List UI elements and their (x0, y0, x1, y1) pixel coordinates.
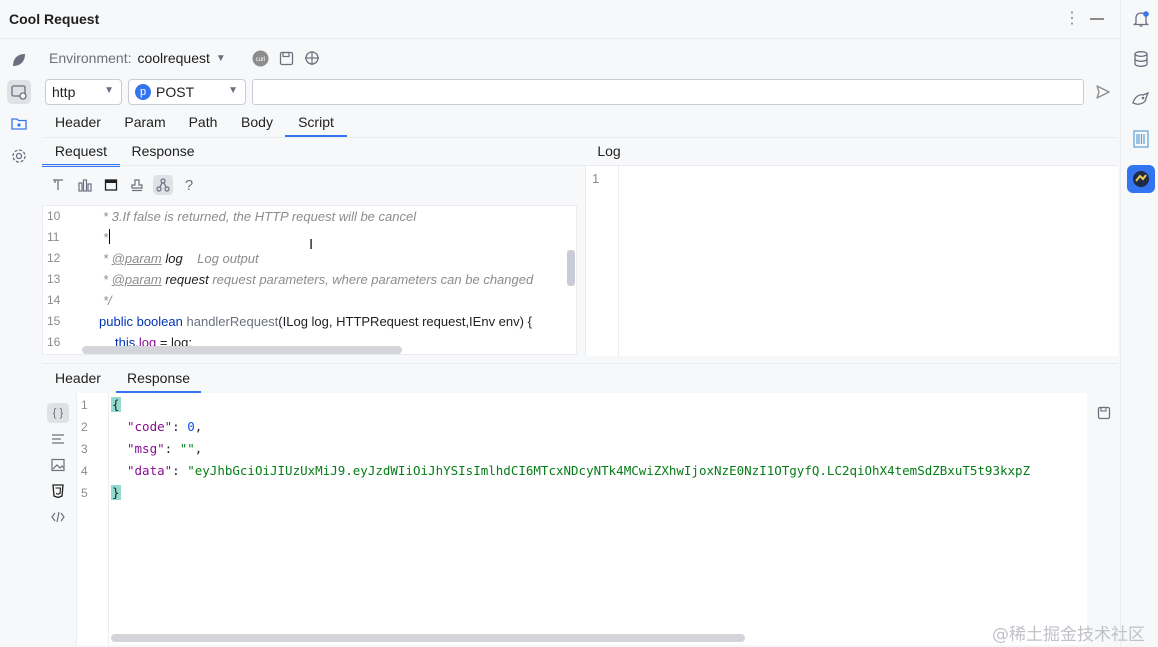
url-input[interactable] (252, 79, 1084, 105)
code-line: 14 */ (47, 293, 112, 308)
send-button[interactable] (1094, 83, 1112, 101)
curl-icon[interactable]: curl (251, 49, 269, 67)
environment-label: Environment: (49, 50, 132, 66)
json-line: 1 { (81, 397, 121, 412)
stamp-icon[interactable] (127, 175, 147, 195)
api-plugin-icon[interactable] (1127, 85, 1155, 113)
json-line: 2 "code": 0, (81, 419, 203, 434)
protocol-value: http (52, 84, 76, 100)
help-icon[interactable]: ? (179, 175, 199, 195)
tab-header[interactable]: Header (48, 112, 108, 138)
log-gutter-divider (618, 166, 619, 356)
tab-param[interactable]: Param (116, 112, 174, 138)
text-cursor-icon: I (309, 236, 314, 253)
code-line: 15 public boolean handlerRequest(ILog lo… (47, 314, 532, 329)
method-badge: p (135, 84, 151, 100)
text-caret (109, 229, 111, 244)
barcode-icon[interactable] (1127, 125, 1155, 153)
editor-vertical-scrollbar[interactable] (567, 250, 575, 286)
format-icon[interactable] (48, 175, 68, 195)
code-line: 13 * @param request request parameters, … (47, 272, 534, 287)
notifications-bell-icon[interactable] (1127, 5, 1155, 33)
editor-horizontal-scrollbar[interactable] (82, 346, 402, 354)
minimize-icon[interactable] (1090, 18, 1104, 20)
method-select[interactable]: p POST ▼ (128, 79, 246, 105)
code-line: 10 * 3.If false is returned, the HTTP re… (47, 209, 417, 224)
folder-icon[interactable] (7, 112, 31, 136)
tab-script-request[interactable]: Request (42, 141, 120, 167)
cool-request-window: Cool Request ⋮ Environment: coolrequest … (0, 0, 1158, 647)
json-line: 5 } (81, 485, 121, 500)
svg-text:curl: curl (255, 57, 265, 63)
chevron-down-icon: ▼ (228, 85, 238, 96)
more-options-icon[interactable]: ⋮ (1064, 10, 1080, 28)
script-editor[interactable]: 10 * 3.If false is returned, the HTTP re… (42, 205, 577, 355)
response-body-editor[interactable]: 1 { 2 "code": 0, 3 "msg": "", 4 "data": … (76, 393, 1087, 645)
response-horizontal-scrollbar[interactable] (111, 634, 745, 642)
text-view-icon[interactable] (47, 429, 69, 449)
environment-selector[interactable]: Environment: coolrequest ▼ (49, 48, 226, 68)
chevron-down-icon: ▼ (215, 52, 226, 64)
save-icon[interactable] (277, 49, 295, 67)
log-line-number: 1 (592, 171, 600, 186)
response-divider (42, 363, 1118, 364)
tab-body[interactable]: Body (232, 112, 282, 138)
window-icon[interactable] (101, 175, 121, 195)
tabs-divider (42, 137, 1118, 138)
graph-nodes-icon[interactable] (153, 175, 173, 195)
cool-request-plugin-icon[interactable] (1127, 165, 1155, 193)
method-value: POST (156, 84, 195, 100)
protocol-select[interactable]: http ▼ (45, 79, 122, 105)
right-tool-strip (1120, 0, 1158, 647)
json-view-icon[interactable]: { } (47, 403, 69, 423)
window-title: Cool Request (9, 11, 100, 27)
bar-chart-icon[interactable] (75, 175, 95, 195)
tab-script[interactable]: Script (285, 112, 347, 138)
database-icon[interactable] (1127, 45, 1155, 73)
tab-response-body[interactable]: Response (116, 368, 201, 394)
code-view-icon[interactable] (47, 507, 69, 527)
settings-gear-icon[interactable] (7, 144, 31, 168)
tab-path[interactable]: Path (182, 112, 224, 138)
send-icon (1096, 85, 1110, 99)
image-view-icon[interactable] (47, 455, 69, 475)
json-line: 4 "data": "eyJhbGciOiJIUzUxMiJ9.eyJzdWIi… (81, 463, 1031, 478)
json-line: 3 "msg": "", (81, 441, 203, 456)
tab-script-response[interactable]: Response (124, 141, 202, 167)
save-response-button[interactable] (1095, 404, 1113, 422)
save-icon (1097, 406, 1111, 420)
left-tool-strip (0, 40, 38, 647)
html5-icon[interactable] (47, 481, 69, 501)
chevron-down-icon: ▼ (104, 85, 114, 96)
response-view-toolbar: { } (42, 397, 76, 645)
watermark: @稀土掘金技术社区 (992, 625, 1145, 645)
tab-response-header[interactable]: Header (48, 368, 108, 394)
log-title: Log (597, 143, 621, 159)
api-tool-icon[interactable] (7, 80, 31, 104)
environment-value: coolrequest (137, 50, 210, 66)
target-icon[interactable] (303, 49, 321, 67)
log-panel[interactable]: 1 (585, 166, 1118, 356)
title-bar: Cool Request ⋮ (0, 0, 1120, 39)
leaf-icon[interactable] (7, 48, 31, 72)
